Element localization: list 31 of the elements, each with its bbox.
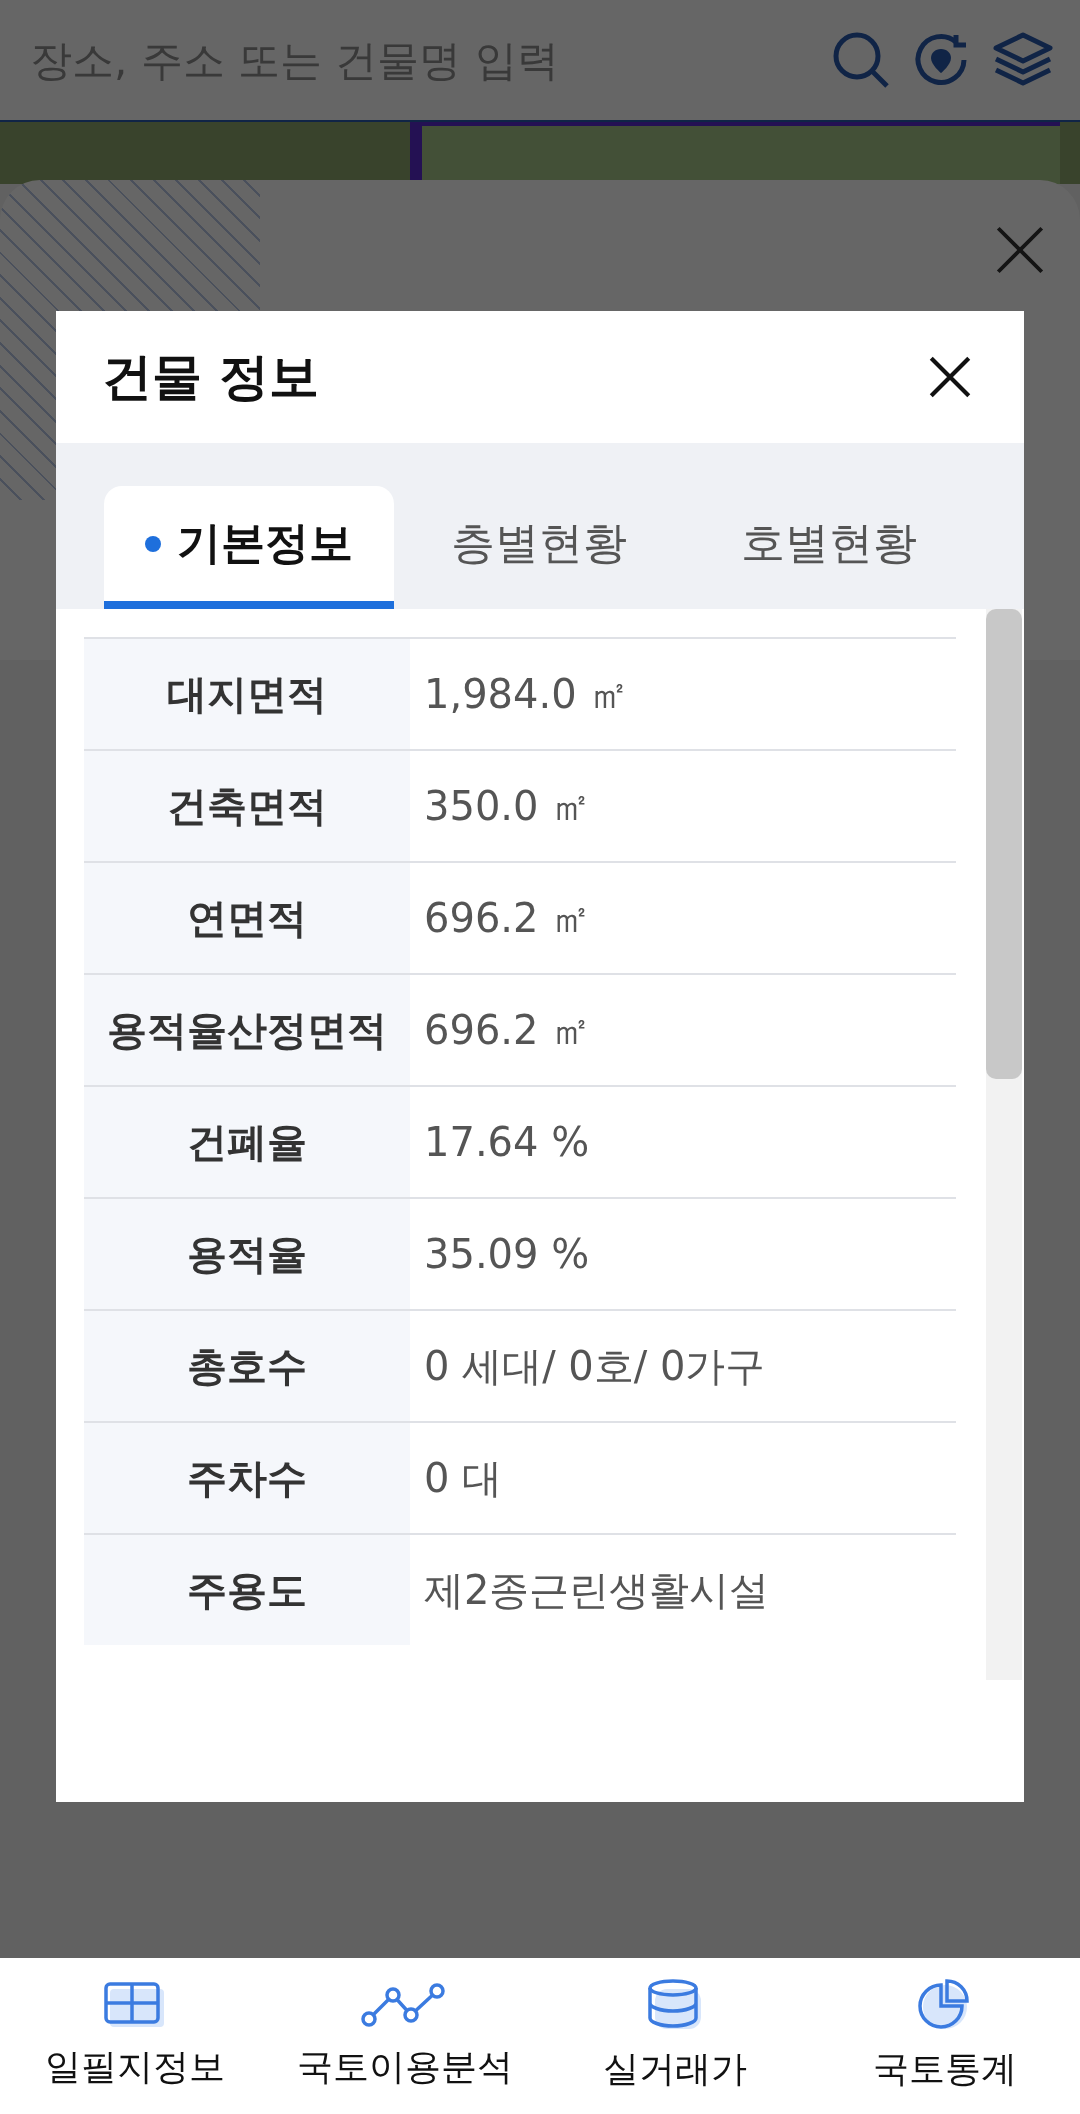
- tab[interactable]: 호별현황: [684, 486, 974, 609]
- grid-icon: [104, 1980, 166, 2029]
- row-label: 건폐율: [84, 1087, 410, 1197]
- dialog-title: 건물 정보: [102, 346, 320, 408]
- scrollbar[interactable]: [986, 609, 1022, 1680]
- row-label: 주용도: [84, 1535, 410, 1645]
- search-icon[interactable]: [832, 31, 890, 89]
- row-value: 0 대: [423, 1453, 504, 1503]
- row-label: 연면적: [84, 863, 410, 973]
- nav-item[interactable]: 일필지정보: [0, 1958, 270, 2114]
- row-value: 35.09 %: [423, 1230, 591, 1279]
- nav-item[interactable]: 실거래가: [540, 1958, 810, 2114]
- database-icon: [647, 1978, 703, 2031]
- row-label: 총호수: [84, 1311, 410, 1421]
- row-label: 대지면적: [84, 639, 410, 749]
- row-value: 696.2 ㎡: [423, 1005, 593, 1055]
- row-value: 696.2 ㎡: [423, 893, 593, 943]
- row-value: 1,984.0 ㎡: [423, 669, 631, 719]
- row-label: 주차수: [84, 1423, 410, 1533]
- row-label: 용적율: [84, 1199, 410, 1309]
- row-value: 17.64 %: [423, 1118, 591, 1167]
- nav-item[interactable]: 국토이용분석: [270, 1958, 540, 2114]
- row-value: 0 세대/ 0호/ 0가구: [423, 1341, 767, 1391]
- tab[interactable]: 기본정보: [104, 486, 394, 609]
- active-dot-icon: [145, 535, 161, 552]
- row-value: 제2종근린생활시설: [423, 1565, 771, 1615]
- nav-item[interactable]: 국토통계: [810, 1958, 1080, 2114]
- tab[interactable]: 층별현황: [394, 486, 684, 609]
- row-label: 용적율산정면적: [84, 975, 410, 1085]
- row-value: 350.0 ㎡: [423, 781, 593, 831]
- row-label: 건축면적: [84, 751, 410, 861]
